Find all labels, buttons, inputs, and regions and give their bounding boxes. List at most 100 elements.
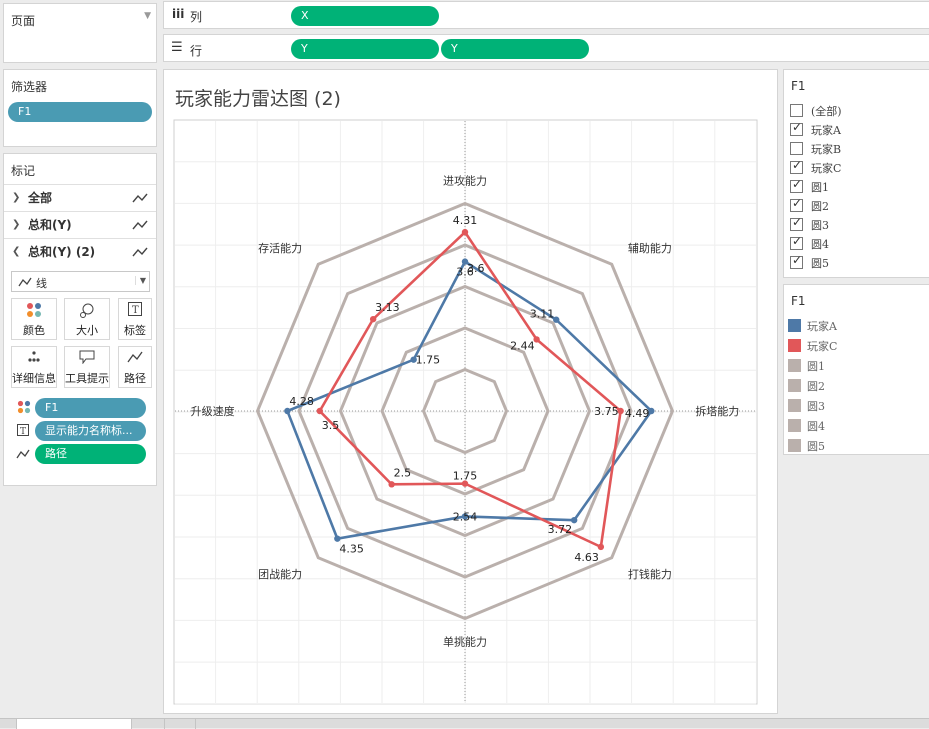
columns-icon: iii	[172, 7, 185, 21]
columns-label: 列	[190, 10, 203, 24]
rows-pill-y1[interactable]: Y	[291, 39, 439, 59]
radar-chart: 进攻能力辅助能力拆塔能力打钱能力单挑能力 团战能力 升级速度 存活能力 3.6 3.11…	[173, 119, 758, 705]
path-button[interactable]: 路径	[118, 346, 152, 388]
marks-field-label[interactable]: 显示能力名称标...	[35, 421, 146, 441]
filter-item-label: (全部)	[811, 105, 842, 118]
check-icon: ✓	[792, 177, 803, 191]
label-button[interactable]: T 标签	[118, 298, 152, 340]
legend-item[interactable]: 玩家C	[784, 337, 924, 357]
color-dots-icon	[17, 400, 31, 417]
chevron-down-icon: ▼	[134, 276, 146, 285]
series-point	[369, 315, 377, 323]
data-label: 3.13	[375, 301, 400, 314]
legend-item-label: 圆4	[807, 420, 825, 433]
filter-item[interactable]: ✓ 圆3	[784, 215, 924, 236]
marks-panel: 标记 ❯ 全部 ❯ 总和(Y) ❮ 总和(Y) (2) 线 ▼ 颜色 大小 T …	[3, 153, 157, 486]
marks-row-all[interactable]: ❯ 全部	[4, 184, 156, 210]
filter-item-label: 圆2	[811, 200, 829, 213]
checkbox-icon[interactable]	[790, 104, 803, 117]
sheet-tabs-bar	[0, 718, 929, 729]
data-label: 1.75	[416, 354, 441, 367]
data-label: 2.5	[394, 466, 412, 479]
filter-item[interactable]: (全部)	[784, 103, 924, 122]
legend-swatch	[788, 379, 801, 392]
series-point	[388, 481, 395, 488]
legend-item[interactable]: 玩家A	[784, 317, 924, 337]
marks-row-sum-y[interactable]: ❯ 总和(Y)	[4, 211, 156, 237]
filter-item[interactable]: ✓ 圆5	[784, 253, 924, 274]
size-button[interactable]: 大小	[64, 298, 110, 340]
legend-item[interactable]: 圆1	[784, 357, 924, 377]
filter-pill-f1[interactable]: F1	[8, 102, 152, 122]
legend-item[interactable]: 圆4	[784, 417, 924, 437]
chevron-down-icon: ❯	[12, 192, 21, 203]
path-icon	[119, 350, 151, 370]
legend-item[interactable]: 圆3	[784, 397, 924, 417]
filter-item-label: 圆1	[811, 181, 829, 194]
filter-item[interactable]: ✓ 玩家C	[784, 158, 924, 179]
line-mark-icon	[132, 193, 148, 203]
data-label: 3.11	[530, 308, 555, 321]
filters-panel: 筛选器 F1	[3, 69, 157, 147]
check-icon: ✓	[792, 158, 803, 172]
filters-title: 筛选器	[11, 80, 48, 94]
legend-item-label: 圆2	[807, 380, 825, 393]
checkbox-icon[interactable]	[790, 142, 803, 155]
legend-swatch	[788, 399, 801, 412]
legend-card: F1 玩家A 玩家C 圆1 圆2 圆3 圆4 圆5	[783, 284, 929, 455]
legend-item[interactable]: 圆5	[784, 437, 924, 457]
check-icon: ✓	[792, 120, 803, 134]
legend-item[interactable]: 圆2	[784, 377, 924, 397]
mark-type-dropdown[interactable]: 线 ▼	[11, 271, 150, 292]
legend-item-label: 圆1	[807, 360, 825, 373]
legend-item-label: 圆3	[807, 400, 825, 413]
series-point	[597, 543, 605, 551]
filter-item[interactable]: ✓ 圆1	[784, 177, 924, 198]
series-point	[461, 228, 469, 236]
filter-card-title: F1	[791, 79, 806, 93]
rows-pill-y2[interactable]: Y	[441, 39, 589, 59]
axis-label: 存活能力	[258, 241, 302, 255]
tooltip-button-label: 工具提示	[65, 372, 109, 385]
filter-item[interactable]: ✓ 圆2	[784, 196, 924, 217]
axis-label: 升级速度	[191, 404, 235, 418]
data-label: 4.31	[453, 214, 478, 227]
chart-panel: 玩家能力雷达图 (2) 进攻能力 辅助能力 拆塔能力 打钱能力 单挑能力 团战能力 升级速度…	[163, 69, 778, 714]
data-label: 2.44	[510, 339, 535, 352]
columns-pill-x[interactable]: X	[291, 6, 439, 26]
data-label: 3.72	[548, 523, 573, 536]
legend-swatch	[788, 319, 801, 332]
data-label: 4.28	[289, 395, 314, 408]
line-mark-icon	[132, 220, 148, 230]
detail-button-label: 详细信息	[12, 372, 56, 385]
columns-shelf[interactable]: iii 列 X	[163, 1, 929, 29]
data-label: 2.54	[453, 510, 478, 523]
tooltip-icon	[65, 350, 109, 370]
data-label: 1.75	[453, 470, 478, 483]
chevron-up-icon: ❮	[12, 246, 21, 257]
data-label: 4.63	[574, 551, 599, 564]
svg-text:T: T	[132, 305, 139, 316]
detail-button[interactable]: 详细信息	[11, 346, 57, 388]
mark-type-label: 线	[36, 277, 47, 290]
marks-row-label: 全部	[28, 191, 53, 205]
filter-item[interactable]: ✓ 圆4	[784, 234, 924, 255]
path-button-label: 路径	[124, 372, 146, 385]
tooltip-button[interactable]: 工具提示	[64, 346, 110, 388]
rows-shelf[interactable]: ☰ 行 Y Y	[163, 34, 929, 62]
marks-row-label: 总和(Y) (2)	[28, 245, 96, 259]
filter-item[interactable]: 玩家B	[784, 141, 924, 160]
color-button[interactable]: 颜色	[11, 298, 57, 340]
pages-panel: 页面 ▼	[3, 3, 157, 63]
marks-field-f1[interactable]: F1	[35, 398, 146, 418]
filter-item-label: 玩家C	[811, 162, 842, 175]
data-label: 4.35	[339, 543, 364, 556]
filter-item[interactable]: ✓ 玩家A	[784, 120, 924, 141]
marks-title: 标记	[11, 164, 36, 178]
marks-row-sum-y2[interactable]: ❮ 总和(Y) (2)	[4, 238, 156, 264]
axis-label: 辅助能力	[628, 241, 672, 255]
check-icon: ✓	[792, 196, 803, 210]
filter-item-label: 圆4	[811, 238, 829, 251]
marks-field-path[interactable]: 路径	[35, 444, 146, 464]
pages-menu-icon[interactable]: ▼	[144, 11, 151, 21]
